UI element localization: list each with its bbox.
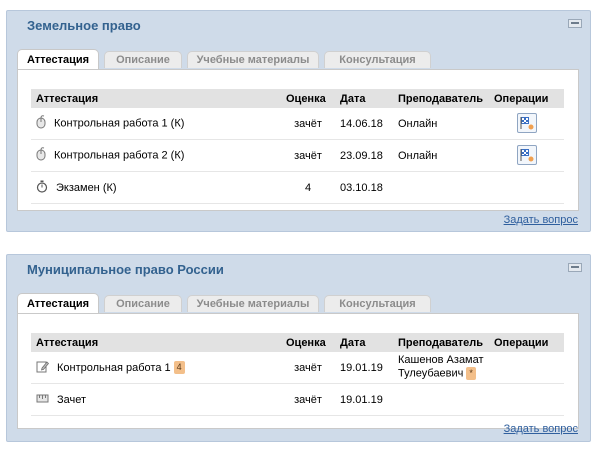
course-panel-municipal: Муниципальное право России Аттестация Оп… (6, 254, 591, 442)
row-name-cell: Контрольная работа 2 (К) (31, 139, 281, 172)
row-date: 14.06.18 (335, 108, 393, 140)
attestation-table: Аттестация Оценка Дата Преподаватель Опе… (31, 89, 564, 204)
col-teacher: Преподаватель (393, 333, 489, 352)
col-grade: Оценка (281, 89, 335, 108)
table-row: Контрольная работа 1 (К) зачёт 14.06.18 … (31, 108, 564, 140)
tab-attestation[interactable]: Аттестация (17, 49, 99, 70)
table-row: Контрольная работа 14 зачёт 19.01.19 Каш… (31, 352, 564, 384)
tab-consultation[interactable]: Консультация (324, 51, 431, 68)
row-name[interactable]: Экзамен (К) (56, 181, 117, 193)
teacher-name-line1: Кашенов Азамат (398, 354, 484, 367)
row-operations (489, 139, 564, 172)
table-row: Зачет зачёт 19.01.19 (31, 383, 564, 416)
row-name[interactable]: Контрольная работа 2 (К) (54, 149, 184, 161)
col-attestation: Аттестация (31, 333, 281, 352)
tab-description[interactable]: Описание (104, 51, 182, 68)
row-grade: зачёт (281, 352, 335, 384)
table-header-row: Аттестация Оценка Дата Преподаватель Опе… (31, 333, 564, 352)
tab-content: Аттестация Оценка Дата Преподаватель Опе… (17, 69, 579, 211)
tab-consultation[interactable]: Консультация (324, 295, 431, 312)
row-teacher: Онлайн (393, 108, 489, 140)
row-name-cell: Экзамен (К) (31, 171, 281, 204)
row-operations (489, 352, 564, 384)
row-operations (489, 171, 564, 204)
ask-question-link[interactable]: Задать вопрос (504, 214, 578, 226)
course-panel-zemelnoe: Земельное право Аттестация Описание Учеб… (6, 10, 591, 232)
row-name-cell: Зачет (31, 383, 281, 416)
tab-attestation[interactable]: Аттестация (17, 293, 99, 314)
col-date: Дата (335, 89, 393, 108)
row-teacher: Онлайн (393, 139, 489, 172)
edit-icon (36, 360, 49, 376)
course-title: Земельное право (27, 18, 141, 33)
tab-description[interactable]: Описание (104, 295, 182, 312)
table-row: Контрольная работа 2 (К) зачёт 23.09.18 … (31, 139, 564, 172)
row-date: 03.10.18 (335, 171, 393, 204)
view-result-icon[interactable] (516, 144, 537, 165)
teacher-name-line2: Тулеубаевич (398, 367, 464, 380)
row-teacher (393, 383, 489, 416)
row-name-cell: Контрольная работа 1 (К) (31, 108, 281, 140)
row-grade: зачёт (281, 383, 335, 416)
mouse-icon (36, 147, 46, 164)
tab-content: Аттестация Оценка Дата Преподаватель Опе… (17, 313, 579, 429)
teacher-badge[interactable]: * (466, 367, 476, 381)
attestation-table: Аттестация Оценка Дата Преподаватель Опе… (31, 333, 564, 416)
table-row: Экзамен (К) 4 03.10.18 (31, 171, 564, 204)
ruler-icon (36, 393, 49, 407)
row-grade: зачёт (281, 108, 335, 140)
row-name[interactable]: Зачет (57, 393, 86, 405)
row-grade: 4 (281, 171, 335, 204)
table-header-row: Аттестация Оценка Дата Преподаватель Опе… (31, 89, 564, 108)
mouse-icon (36, 115, 46, 132)
col-attestation: Аттестация (31, 89, 281, 108)
row-teacher (393, 171, 489, 204)
view-result-icon[interactable] (516, 112, 537, 133)
minimize-icon[interactable] (568, 19, 582, 28)
ask-question-link[interactable]: Задать вопрос (504, 423, 578, 435)
grade-badge: 4 (173, 361, 185, 374)
col-grade: Оценка (281, 333, 335, 352)
row-name-cell: Контрольная работа 14 (31, 352, 281, 384)
col-teacher: Преподаватель (393, 89, 489, 108)
tab-materials[interactable]: Учебные материалы (187, 295, 319, 312)
col-date: Дата (335, 333, 393, 352)
row-operations (489, 108, 564, 140)
row-teacher: Кашенов Азамат Тулеубаевич * (393, 352, 489, 384)
row-name[interactable]: Контрольная работа 1 (57, 361, 171, 373)
stopwatch-icon (36, 180, 48, 196)
minimize-icon[interactable] (568, 263, 582, 272)
row-operations (489, 383, 564, 416)
course-title: Муниципальное право России (27, 262, 224, 277)
col-operations: Операции (489, 333, 564, 352)
row-name[interactable]: Контрольная работа 1 (К) (54, 117, 184, 129)
row-date: 23.09.18 (335, 139, 393, 172)
col-operations: Операции (489, 89, 564, 108)
row-date: 19.01.19 (335, 352, 393, 384)
row-grade: зачёт (281, 139, 335, 172)
row-date: 19.01.19 (335, 383, 393, 416)
tab-materials[interactable]: Учебные материалы (187, 51, 319, 68)
